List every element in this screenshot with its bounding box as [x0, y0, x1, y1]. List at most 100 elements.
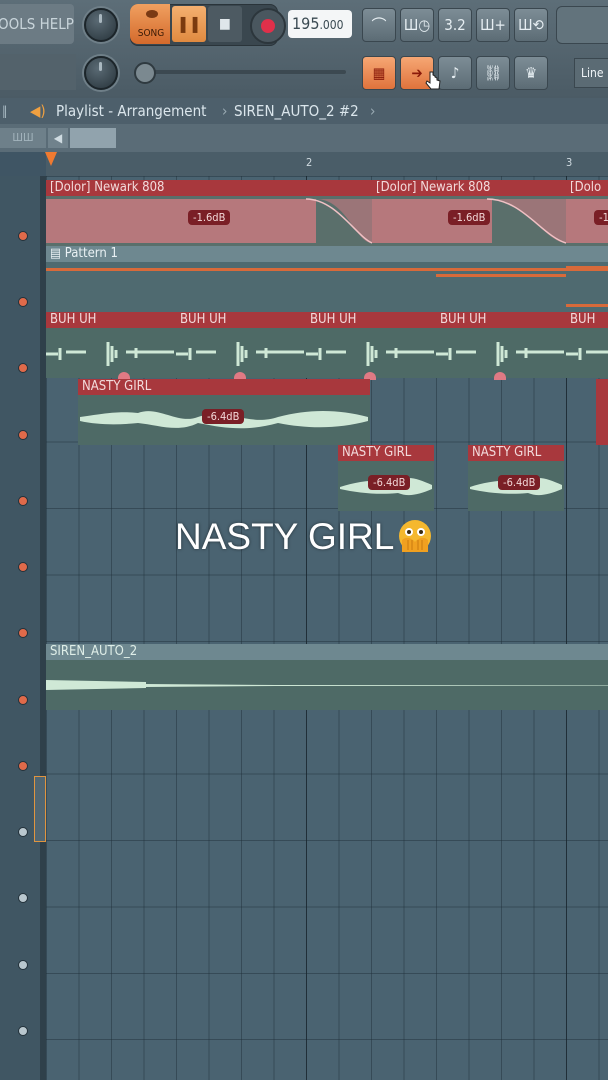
time-ruler[interactable]: 2 3: [46, 152, 608, 176]
waveform: [306, 342, 434, 366]
stop-button[interactable]: ■: [208, 6, 242, 42]
waveform: [46, 342, 174, 366]
clip-name: BUH UH: [310, 312, 357, 327]
countdown-button[interactable]: 3.2: [438, 8, 472, 42]
audio-clip[interactable]: NASTY GIRL -6.4dB: [78, 379, 370, 445]
waveform: [46, 680, 608, 690]
metronome-button[interactable]: ⌒: [362, 8, 396, 42]
loop-record-button[interactable]: Ш⟲: [514, 8, 548, 42]
hint-bar: [0, 54, 76, 90]
pattern-clip[interactable]: ▤ Pattern 1: [46, 246, 608, 312]
pause-button[interactable]: ❚❚: [172, 6, 206, 42]
track-mute-led[interactable]: [18, 496, 28, 506]
clip-name: NASTY GIRL: [82, 379, 152, 394]
clip-name: NASTY GIRL: [342, 445, 412, 460]
step-edit-button[interactable]: Ш+: [476, 8, 510, 42]
cpu-monitor: [556, 6, 608, 44]
video-caption: NASTY GIRL: [175, 516, 395, 557]
clip-name: SIREN_AUTO_2: [50, 644, 138, 659]
clip-title: [Dolor] Newark 808: [372, 180, 566, 196]
mouse-cursor-icon: [425, 71, 441, 90]
clip-title: NASTY GIRL: [78, 379, 370, 395]
breadcrumb-separator: ›: [222, 102, 228, 120]
track-mute-led[interactable]: [18, 628, 28, 638]
audio-clip[interactable]: [Dolor] Newark 808 -1.6dB: [372, 180, 566, 246]
track-mute-led[interactable]: [18, 761, 28, 771]
audio-clip[interactable]: NASTY GIRL -6.4dB: [338, 445, 434, 511]
clip-volume: -1: [594, 210, 608, 225]
waveform: [436, 342, 564, 366]
overview-minimap[interactable]: ШШ: [0, 128, 46, 148]
playlist-title-bar[interactable]: ‖ ◀) Playlist - Arrangement › SIREN_AUTO…: [0, 98, 608, 124]
track-mute-led[interactable]: [18, 430, 28, 440]
clip-name: [Dolor] Newark 808: [376, 180, 491, 195]
clip-title: SIREN_AUTO_2: [46, 644, 608, 660]
audio-clip[interactable]: BUH UH: [46, 312, 176, 378]
pattern-note-bar: [436, 274, 566, 277]
track-mute-led[interactable]: [18, 960, 28, 970]
track-mute-led[interactable]: [18, 1026, 28, 1036]
audio-clip[interactable]: [Dolo -1: [566, 180, 608, 246]
master-volume-knob[interactable]: [84, 8, 118, 42]
audio-clip[interactable]: BUH UH: [436, 312, 566, 378]
grip-icon: ‖: [2, 104, 8, 118]
audio-clip[interactable]: SIREN_AUTO_2: [46, 644, 608, 710]
clip-title: NASTY GIRL: [338, 445, 434, 461]
clip-name: BUH: [570, 312, 596, 327]
scroll-thumb[interactable]: [70, 128, 116, 148]
clip-name: [Dolor] Newark 808: [50, 180, 165, 195]
master-pitch-knob[interactable]: [84, 56, 118, 90]
audio-clip[interactable]: [Dolor] Newark 808 -1.6dB: [46, 180, 372, 246]
clip-name: BUH UH: [50, 312, 97, 327]
clip-name: [Dolo: [570, 180, 602, 195]
clip-name: BUH UH: [180, 312, 227, 327]
clip-title: BUH UH: [436, 312, 566, 328]
piano-roll-button[interactable]: ▦: [362, 56, 396, 90]
ruler-bar-number: 3: [566, 156, 573, 169]
song-mode-indicator: [146, 10, 158, 18]
record-icon: [261, 19, 275, 33]
pattern-name: SIREN_AUTO_2 #2: [234, 102, 359, 120]
menu-bar[interactable]: OOLS HELP: [0, 4, 74, 44]
pattern-note-bar: [566, 304, 608, 307]
clip-title: BUH: [566, 312, 608, 328]
pattern-note-bar: [566, 266, 608, 269]
tempo-display[interactable]: 195.000: [288, 10, 352, 38]
playhead-marker[interactable]: [45, 152, 57, 166]
clip-name: NASTY GIRL: [472, 445, 542, 460]
song-mode-label: SONG: [137, 28, 165, 39]
track-selection-handle[interactable]: [34, 776, 46, 842]
audio-clip[interactable]: BUH: [566, 312, 608, 378]
audio-clip[interactable]: BUH UH: [306, 312, 436, 378]
track-mute-led[interactable]: [18, 893, 28, 903]
track-mute-led[interactable]: [18, 695, 28, 705]
track-mute-led[interactable]: [18, 827, 28, 837]
chevron-right-icon[interactable]: ›: [370, 98, 375, 124]
track-mute-led[interactable]: [18, 297, 28, 307]
snap-selector[interactable]: Line: [574, 58, 608, 88]
clip-volume: -6.4dB: [202, 409, 245, 424]
clip-title: [Dolor] Newark 808: [46, 180, 372, 196]
clip-title: ▤ Pattern 1: [46, 246, 608, 262]
clip-edge[interactable]: [596, 379, 608, 445]
plugin-picker-button[interactable]: ♛: [514, 56, 548, 90]
tempo-value: 195: [292, 14, 320, 33]
clip-title: [Dolo: [566, 180, 608, 196]
position-slider-track[interactable]: [140, 70, 346, 74]
link-button[interactable]: ⛓: [476, 56, 510, 90]
clip-fade-handle[interactable]: [494, 372, 506, 380]
audio-clip[interactable]: BUH UH: [176, 312, 306, 378]
channel-rack-button[interactable]: ♪: [438, 56, 472, 90]
clip-volume: -1.6dB: [448, 210, 491, 225]
audio-clip[interactable]: NASTY GIRL -6.4dB: [468, 445, 564, 511]
track-mute-led[interactable]: [18, 363, 28, 373]
clip-title: BUH UH: [176, 312, 306, 328]
waveform: [566, 348, 608, 360]
speaker-icon: ◀): [30, 102, 46, 120]
track-mute-led[interactable]: [18, 562, 28, 572]
wait-for-input-button[interactable]: Ш◷: [400, 8, 434, 42]
track-mute-led[interactable]: [18, 231, 28, 241]
position-slider-thumb[interactable]: [134, 62, 156, 84]
clip-volume: -6.4dB: [498, 475, 541, 490]
scroll-left-icon[interactable]: ◀: [48, 128, 68, 148]
